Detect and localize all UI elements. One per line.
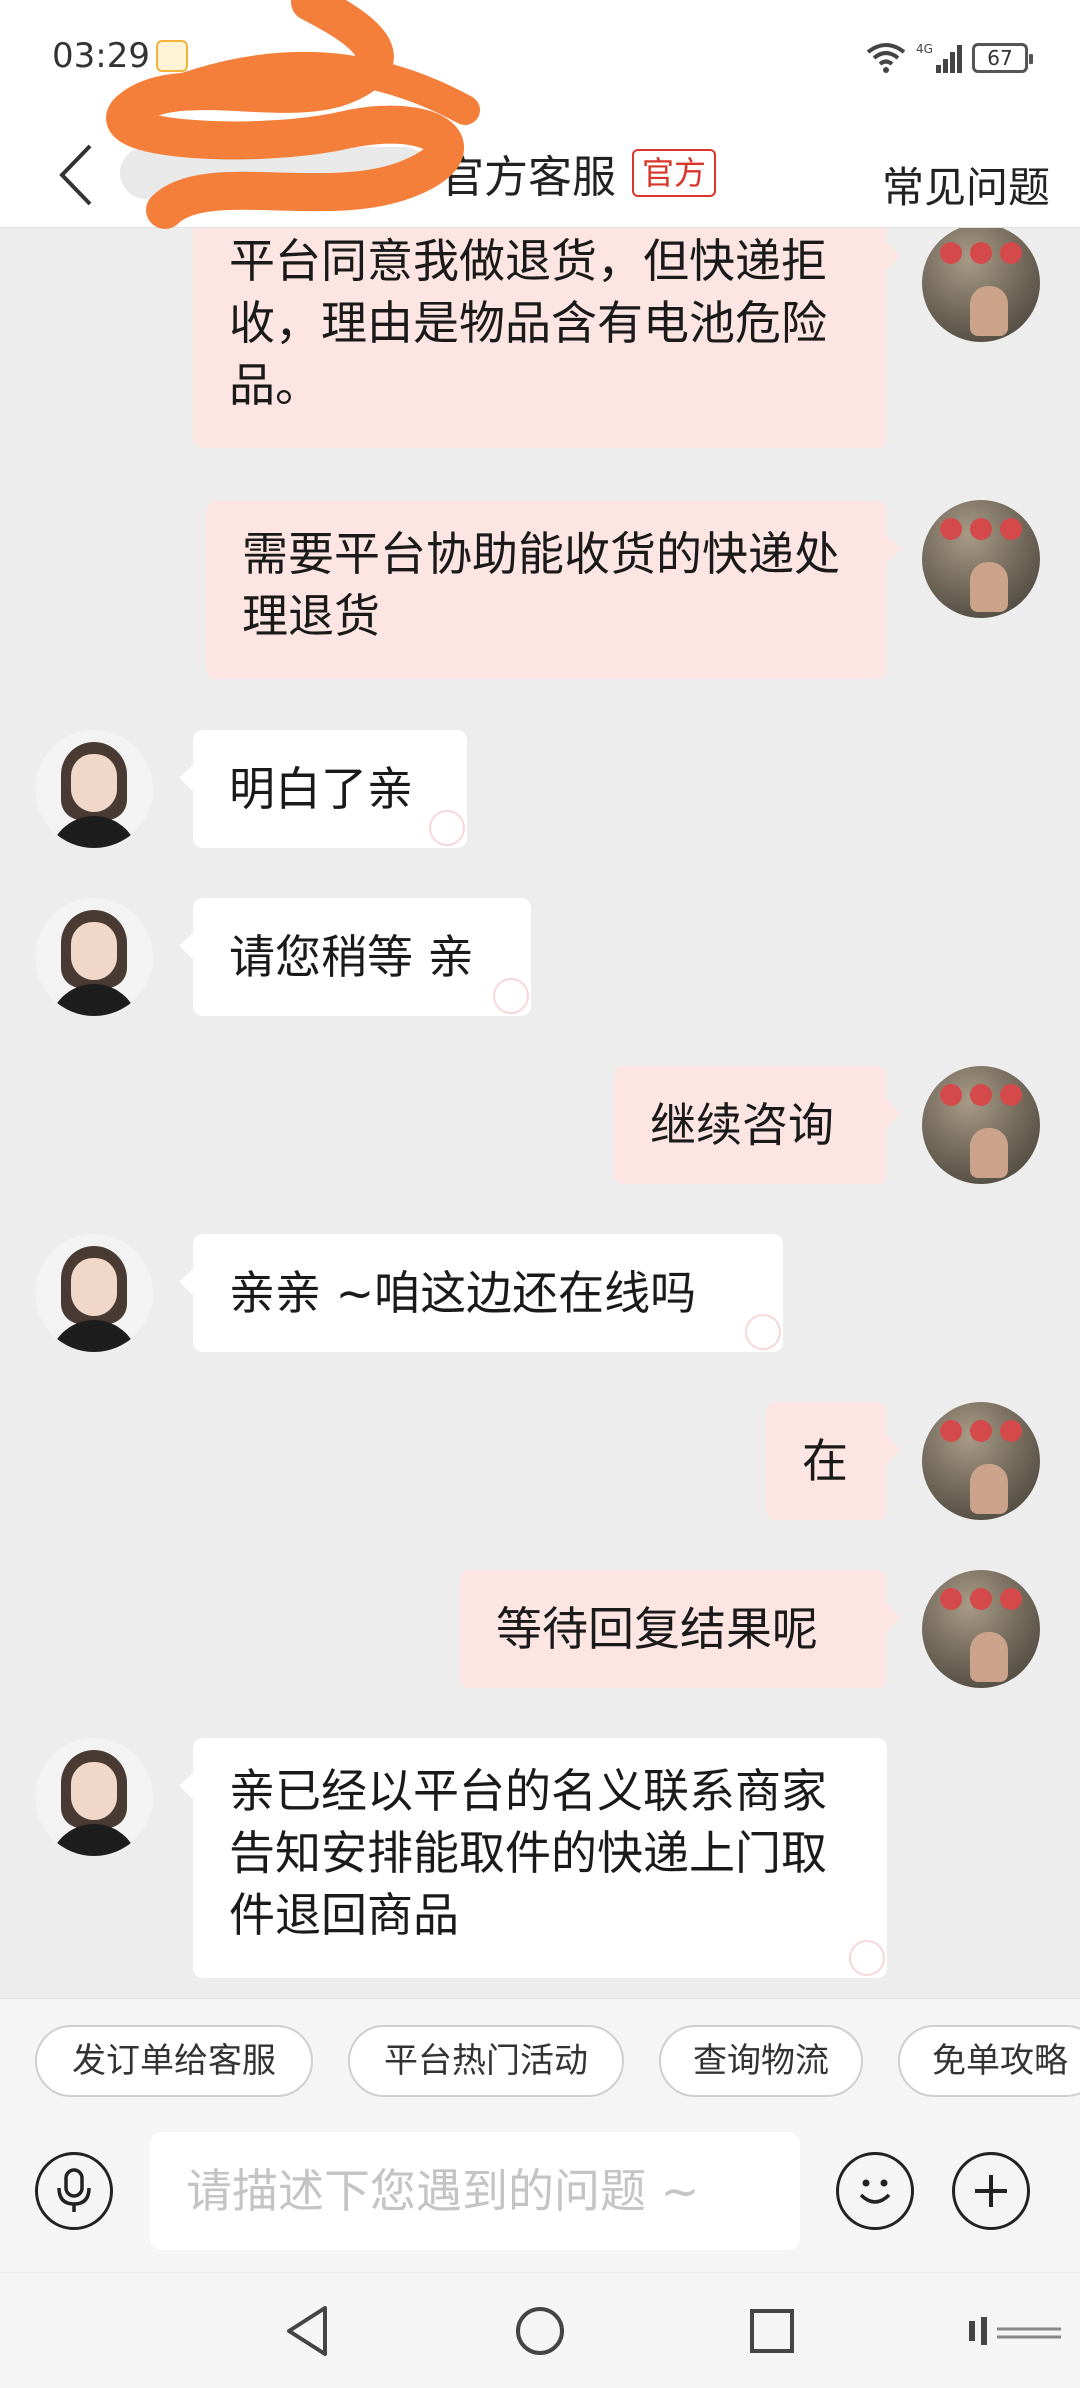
message-bubble[interactable]: 亲亲 ~咱这边还在线吗 [179, 1234, 783, 1352]
message-text: 等待回复结果呢 [496, 1602, 818, 1656]
agent-avatar[interactable] [35, 1738, 153, 1856]
message-text: 明白了亲 [229, 762, 413, 816]
redacted-shop-name [120, 147, 430, 199]
app-notification-icon [156, 40, 188, 72]
chat-header: 官方客服 官方 常见问题 [0, 118, 1080, 228]
message-bubble[interactable]: 请您稍等 亲 [179, 898, 531, 1016]
read-stamp-icon [849, 1940, 885, 1976]
status-indicators: 4G 67 [866, 38, 1033, 78]
square-recents-icon [750, 2309, 794, 2353]
more-options-button[interactable] [952, 2152, 1030, 2230]
triangle-back-icon [287, 2306, 327, 2356]
wifi-icon [866, 42, 906, 74]
message-text: 亲亲 ~咱这边还在线吗 [229, 1266, 697, 1320]
status-time: 03:29 [52, 36, 150, 76]
read-stamp-icon [745, 1314, 781, 1350]
agent-avatar[interactable] [35, 730, 153, 848]
message-text: 继续咨询 [650, 1098, 834, 1152]
user-avatar[interactable] [922, 1570, 1040, 1688]
plus-icon [975, 2175, 1007, 2207]
nav-home-button[interactable] [510, 2301, 570, 2361]
quick-action-chips: 发订单给客服 平台热门活动 查询物流 免单攻略 [0, 1998, 1080, 2124]
status-bar: 03:29 4G 67 [0, 0, 1080, 118]
message-bubble[interactable]: 亲已经以平台的名义联系商家告知安排能取件的快递上门取件退回商品 [179, 1738, 887, 1978]
message-bubble[interactable]: 在 [766, 1402, 901, 1520]
cellular-signal-icon: 4G [916, 41, 962, 75]
nav-recents-button[interactable] [742, 2301, 802, 2361]
read-stamp-icon [429, 810, 465, 846]
chip-hot-activities[interactable]: 平台热门活动 [348, 2025, 624, 2097]
nav-back-button[interactable] [278, 2301, 338, 2361]
message-text: 请您稍等 亲 [229, 930, 474, 984]
faq-link[interactable]: 常见问题 [882, 154, 1050, 215]
keyboard-hint-icon [960, 2301, 1070, 2361]
read-stamp-icon [493, 978, 529, 1014]
user-avatar[interactable] [922, 228, 1040, 342]
official-badge: 官方 [632, 149, 717, 197]
message-text: 亲已经以平台的名义联系商家告知安排能取件的快递上门取件退回商品 [229, 1764, 827, 1942]
message-bubble[interactable]: 需要平台协助能收货的快递处理退货 [206, 501, 901, 679]
circle-home-icon [516, 2307, 564, 2355]
user-avatar[interactable] [922, 1402, 1040, 1520]
smiley-icon [859, 2179, 891, 2204]
message-text: 平台同意我做退货，但快递拒收，理由是物品含有电池危险品。 [229, 234, 827, 412]
message-bubble[interactable]: 明白了亲 [179, 730, 467, 848]
message-bubble[interactable]: 继续咨询 [614, 1066, 901, 1184]
message-input-bar [0, 2124, 1080, 2272]
user-avatar[interactable] [922, 1066, 1040, 1184]
back-arrow-icon[interactable] [52, 140, 102, 210]
agent-avatar[interactable] [35, 1234, 153, 1352]
user-avatar[interactable] [922, 500, 1040, 618]
message-text: 需要平台协助能收货的快递处理退货 [242, 527, 840, 643]
emoji-button[interactable] [836, 2152, 914, 2230]
message-text: 在 [802, 1434, 848, 1488]
microphone-icon [57, 2168, 91, 2212]
agent-avatar[interactable] [35, 898, 153, 1016]
chat-message-list[interactable]: 平台同意我做退货，但快递拒收，理由是物品含有电池危险品。 需要平台协助能收货的快… [0, 228, 1080, 1998]
battery-icon: 67 [972, 43, 1033, 73]
page-title: 官方客服 [440, 152, 616, 203]
network-type-label: 4G [916, 42, 933, 56]
message-input[interactable] [150, 2132, 800, 2250]
message-bubble[interactable]: 平台同意我做退货，但快递拒收，理由是物品含有电池危险品。 [193, 228, 901, 448]
message-bubble[interactable]: 等待回复结果呢 [460, 1570, 901, 1688]
chip-send-order[interactable]: 发订单给客服 [35, 2025, 313, 2097]
voice-input-button[interactable] [35, 2152, 113, 2230]
system-navigation-bar [0, 2272, 1080, 2388]
chat-title: 官方客服 官方 [120, 138, 717, 208]
chip-free-order-guide[interactable]: 免单攻略 [898, 2025, 1080, 2097]
chip-track-logistics[interactable]: 查询物流 [659, 2025, 863, 2097]
